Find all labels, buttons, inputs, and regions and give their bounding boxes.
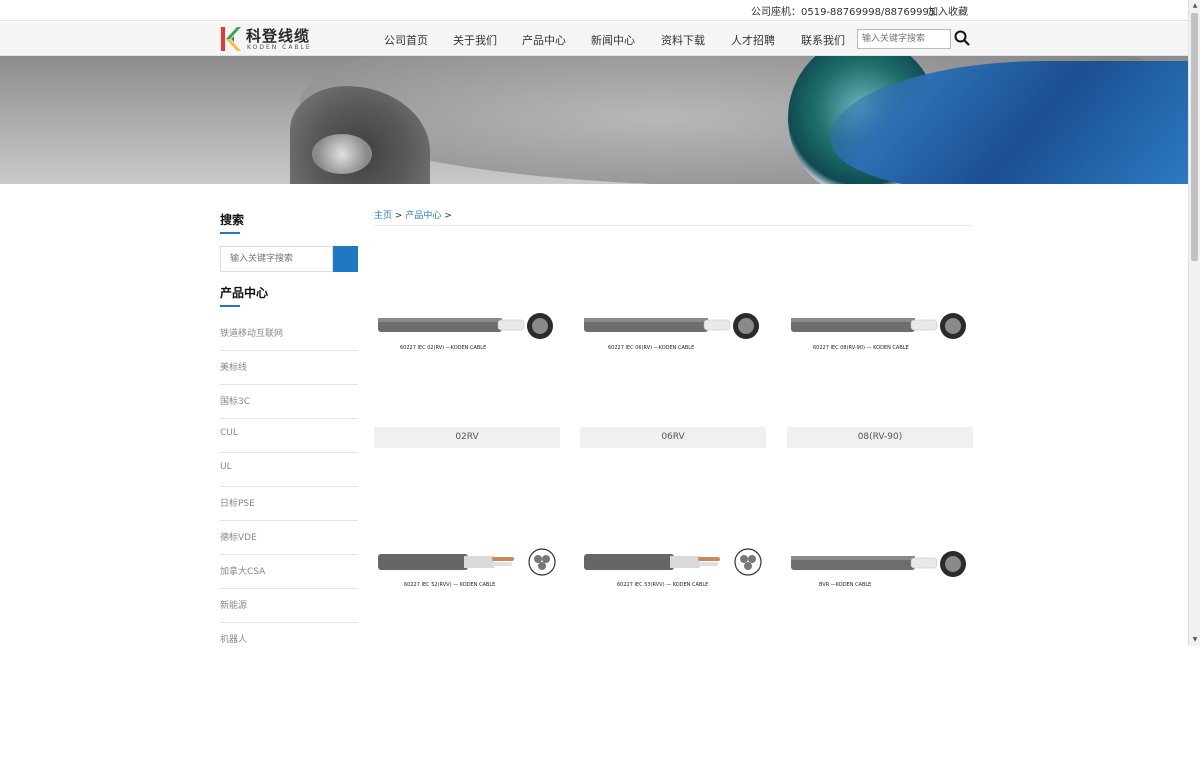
nav-downloads[interactable]: 资料下载 — [661, 32, 731, 48]
koden-logo-icon — [221, 27, 241, 51]
category-robot[interactable]: 机器人 — [220, 623, 358, 657]
logo-name-en: KODEN CABLE — [247, 44, 312, 51]
search-icon[interactable] — [954, 30, 970, 46]
product-card[interactable]: 60227 IEC 52(RVV) — KODEN CABLE — [374, 476, 560, 644]
breadcrumb-separator: > — [394, 211, 403, 221]
company-phone: 公司座机：0519-88769998/88769995 — [751, 7, 936, 18]
product-caption[interactable]: 02RV — [374, 427, 560, 448]
scrollbar-thumb[interactable] — [1191, 13, 1198, 261]
product-card[interactable]: BVR —KODEN CABLE — [787, 476, 973, 644]
cable-image: 60227 IEC 06(RV) —KODEN CABLE — [584, 313, 759, 351]
cable-image: 60227 IEC 52(RVV) — KODEN CABLE — [378, 548, 556, 588]
scroll-up-arrow-icon[interactable]: ▲ — [1191, 2, 1199, 10]
header: 科登线缆 KODEN CABLE 公司首页 关于我们 产品中心 新闻中心 资料下… — [0, 22, 1188, 56]
sidebar-search-input[interactable] — [220, 246, 333, 272]
product-spec-label: 60227 IEC 52(RVV) — KODEN CABLE — [404, 582, 495, 588]
car-headlight-graphic — [312, 134, 372, 174]
nav-contact[interactable]: 联系我们 — [801, 32, 861, 48]
product-spec-label: BVR —KODEN CABLE — [819, 582, 871, 588]
product-spec-label: 60227 IEC 53(RVV) — KODEN CABLE — [617, 582, 708, 588]
product-caption[interactable]: 06RV — [580, 427, 766, 448]
cable-image: 60227 IEC 08(RV-90) — KODEN CABLE — [791, 313, 966, 351]
sidebar-categories-title: 产品中心 — [220, 286, 269, 300]
product-card[interactable]: 60227 IEC 02(RV) —KODEN CABLE 02RV — [374, 238, 560, 448]
hero-banner — [0, 56, 1188, 184]
product-card[interactable]: 60227 IEC 08(RV-90) — KODEN CABLE 08(RV-… — [787, 238, 973, 448]
category-canada-csa[interactable]: 加拿大CSA — [220, 555, 358, 589]
breadcrumb-divider — [374, 225, 972, 226]
nav-products[interactable]: 产品中心 — [522, 32, 591, 48]
category-germany-vde[interactable]: 德标VDE — [220, 521, 358, 555]
sidebar-search-button[interactable] — [333, 246, 358, 272]
nav-news[interactable]: 新闻中心 — [591, 32, 661, 48]
breadcrumb: 主页 > 产品中心 > — [374, 208, 452, 221]
product-card[interactable]: 60227 IEC 06(RV) —KODEN CABLE 06RV — [580, 238, 766, 448]
product-spec-label: 60227 IEC 06(RV) —KODEN CABLE — [608, 345, 694, 351]
category-ul[interactable]: UL — [220, 453, 358, 487]
product-caption[interactable]: 08(RV-90) — [787, 427, 973, 448]
page-scrollbar[interactable]: ▲ ▼ — [1188, 0, 1200, 646]
nav-home[interactable]: 公司首页 — [384, 32, 453, 48]
category-japan-pse[interactable]: 日标PSE — [220, 487, 358, 521]
logo-name-cn: 科登线缆 — [246, 27, 311, 45]
product-spec-label: 60227 IEC 08(RV-90) — KODEN CABLE — [813, 345, 909, 351]
main-nav: 公司首页 关于我们 产品中心 新闻中心 资料下载 人才招聘 联系我们 — [384, 32, 861, 48]
scroll-down-arrow-icon[interactable]: ▼ — [1191, 636, 1199, 644]
category-gb-3c[interactable]: 国标3C — [220, 385, 358, 419]
product-spec-label: 60227 IEC 02(RV) —KODEN CABLE — [400, 345, 486, 351]
cable-image: 60227 IEC 53(RVV) — KODEN CABLE — [584, 548, 762, 588]
title-underline — [220, 305, 240, 307]
category-new-energy[interactable]: 新能源 — [220, 589, 358, 623]
cable-image: BVR —KODEN CABLE — [791, 551, 966, 588]
product-card[interactable]: 60227 IEC 53(RVV) — KODEN CABLE — [580, 476, 766, 644]
logo[interactable]: 科登线缆 KODEN CABLE — [220, 26, 312, 54]
category-us-standard[interactable]: 美标线 — [220, 351, 358, 385]
top-bar: 公司座机：0519-88769998/88769995 加入收藏 — [0, 0, 1188, 21]
breadcrumb-separator: > — [444, 211, 452, 221]
nav-about[interactable]: 关于我们 — [453, 32, 522, 48]
breadcrumb-home[interactable]: 主页 — [374, 211, 392, 221]
header-search-input[interactable] — [857, 29, 951, 49]
nav-careers[interactable]: 人才招聘 — [731, 32, 801, 48]
title-underline — [220, 232, 240, 234]
breadcrumb-current[interactable]: 产品中心 — [405, 211, 441, 221]
add-favorite-link[interactable]: 加入收藏 — [928, 3, 968, 18]
category-cul[interactable]: CUL — [220, 419, 358, 453]
category-railway-mobile-internet[interactable]: 铁道移动互联网 — [220, 317, 358, 351]
sidebar-search-title: 搜索 — [220, 213, 245, 227]
cable-image: 60227 IEC 02(RV) —KODEN CABLE — [378, 313, 553, 351]
